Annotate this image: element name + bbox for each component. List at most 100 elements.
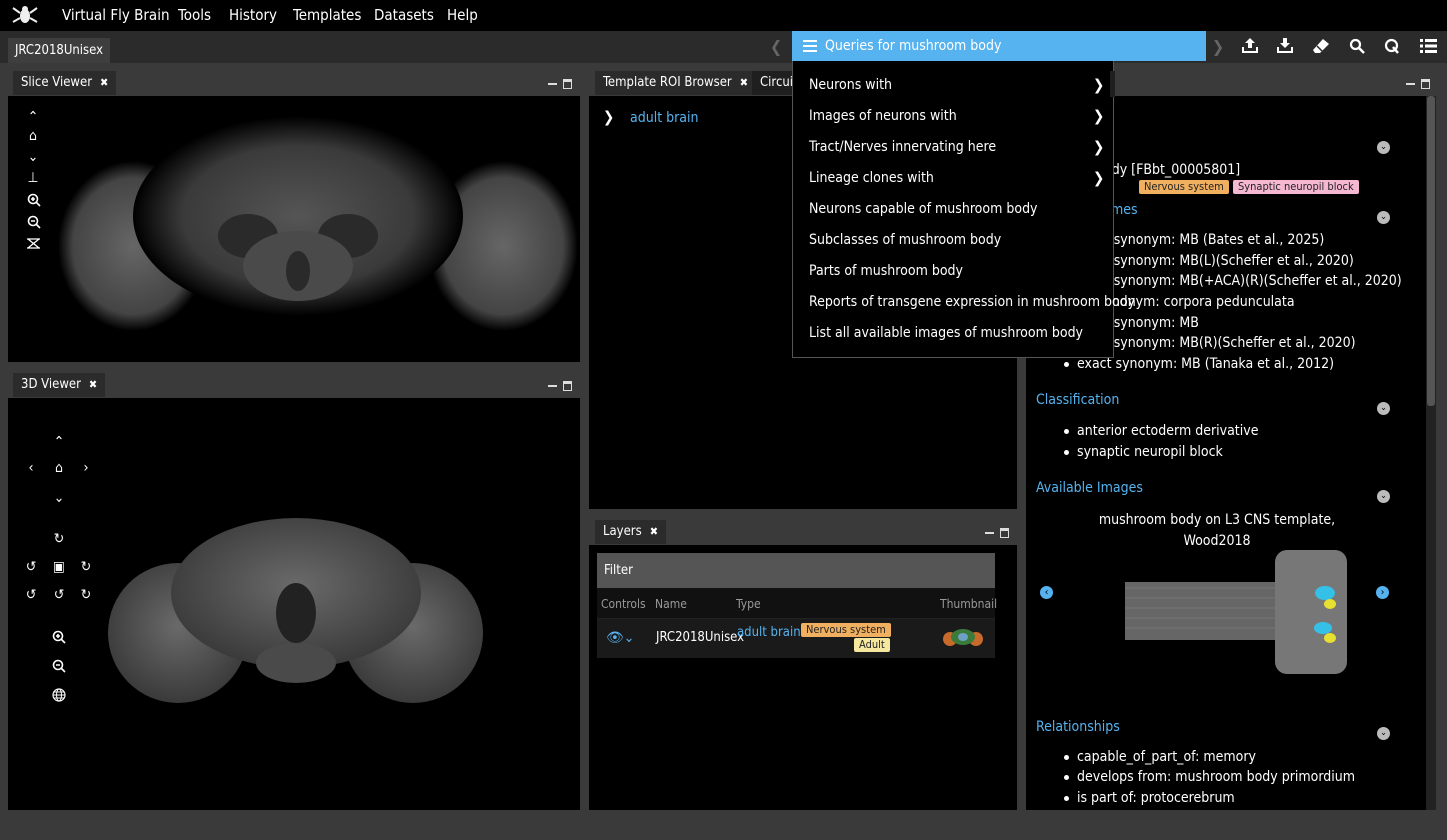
close-icon[interactable]: ✖: [650, 525, 658, 538]
tab-3d-viewer[interactable]: 3D Viewer ✖: [13, 373, 106, 397]
list-item: develops from: mushroom body primordium: [1064, 769, 1355, 785]
alt-names-heading[interactable]: mes: [1111, 202, 1138, 218]
menu-virtual-fly-brain[interactable]: Virtual Fly Brain: [62, 6, 170, 24]
slice-viewer-canvas[interactable]: [8, 96, 580, 362]
rotate-plane-icon[interactable]: [26, 237, 41, 250]
menu-datasets[interactable]: Datasets: [374, 6, 434, 24]
carousel-prev-icon[interactable]: ‹: [1040, 586, 1053, 599]
pan-down-icon[interactable]: ⌄: [50, 490, 68, 506]
submenu-chevron-icon: ❯: [1093, 138, 1105, 156]
home-icon[interactable]: ⌂: [24, 128, 42, 144]
list-item: ed synonym: MB(+ACA)(R)(Scheffer et al.,…: [1094, 273, 1402, 289]
hamburger-icon[interactable]: [803, 40, 817, 52]
tab-slice-viewer[interactable]: Slice Viewer ✖: [13, 71, 117, 95]
upload-icon[interactable]: [1241, 37, 1259, 54]
collapse-chevron-icon[interactable]: ⌄: [1377, 490, 1390, 503]
rotate-down-left-icon[interactable]: ↺: [22, 587, 40, 603]
classification-heading[interactable]: Classification: [1036, 392, 1119, 408]
menu-history[interactable]: History: [229, 6, 277, 24]
list-item: ed synonym: MB(L)(Scheffer et al., 2020): [1094, 253, 1354, 269]
list-item: ed synonym: MB (Bates et al., 2025): [1094, 232, 1325, 248]
rotate-down-icon[interactable]: ↺: [50, 587, 68, 603]
zoom-out-icon[interactable]: [27, 215, 41, 229]
tab-label: Template ROI Browser: [603, 75, 732, 90]
eraser-icon[interactable]: [1312, 38, 1330, 54]
vfb-logo-icon[interactable]: [12, 4, 38, 26]
zoom-out-icon[interactable]: [52, 659, 66, 673]
template-tab[interactable]: JRC2018Unisex: [8, 38, 110, 63]
pan-left-icon[interactable]: ‹: [22, 460, 40, 476]
chevron-left-icon[interactable]: ❮: [770, 37, 782, 56]
query-bar[interactable]: Queries for mushroom body: [792, 31, 1206, 61]
query-item-images-of-neurons-with[interactable]: Images of neurons with: [809, 108, 957, 124]
tab-strip-fragment: [1110, 71, 1115, 97]
tree-item-adult-brain[interactable]: adult brain: [630, 110, 699, 126]
download-icon[interactable]: [1276, 37, 1294, 54]
panel-window-controls[interactable]: [548, 378, 574, 392]
zoom-in-icon[interactable]: [52, 630, 66, 644]
menu-help[interactable]: Help: [447, 6, 478, 24]
eye-icon[interactable]: 👁︎⌄: [606, 630, 634, 646]
close-icon[interactable]: ✖: [89, 378, 97, 391]
collapse-chevron-icon[interactable]: ⌄: [1377, 211, 1390, 224]
list-item: capable_of_part_of: memory: [1064, 749, 1256, 765]
list-item: synaptic neuropil block: [1064, 444, 1223, 460]
scrollbar-thumb[interactable]: [1427, 96, 1435, 406]
menu-tools[interactable]: Tools: [178, 6, 211, 24]
collapse-chevron-icon[interactable]: ⌄: [1377, 141, 1390, 154]
query-item-tract-nerves[interactable]: Tract/Nerves innervating here: [809, 139, 996, 155]
layer-type-link[interactable]: adult brain: [737, 625, 801, 640]
search-icon[interactable]: [1349, 38, 1365, 54]
query-icon[interactable]: [1384, 38, 1400, 55]
collapse-chevron-icon[interactable]: ⌄: [1377, 727, 1390, 740]
relationships-heading[interactable]: Relationships: [1036, 719, 1120, 735]
tab-label: Slice Viewer: [21, 75, 92, 90]
tab-template-roi-browser[interactable]: Template ROI Browser ✖: [595, 71, 757, 95]
zoom-in-icon[interactable]: [27, 193, 41, 207]
rotate-left-icon[interactable]: ↺: [22, 559, 40, 575]
expand-chevron-icon[interactable]: ❯: [603, 108, 614, 126]
image-caption: mushroom body on L3 CNS template, Wood20…: [1098, 512, 1336, 549]
badge-adult: Adult: [854, 638, 890, 652]
query-item-parts[interactable]: Parts of mushroom body: [809, 263, 963, 279]
badge-nervous-system: Nervous system: [801, 623, 891, 637]
pan-up-icon[interactable]: ⌃: [50, 434, 68, 450]
mushroom-body-image[interactable]: [1125, 548, 1349, 676]
layer-name: JRC2018Unisex: [656, 630, 745, 645]
tab-label: 3D Viewer: [21, 377, 81, 392]
query-item-list-all-images[interactable]: List all available images of mushroom bo…: [809, 325, 1083, 341]
query-item-neurons-with[interactable]: Neurons with: [809, 77, 892, 93]
rotate-right-icon[interactable]: ↻: [77, 559, 95, 575]
pan-right-icon[interactable]: ›: [77, 460, 95, 476]
menu-templates[interactable]: Templates: [293, 6, 361, 24]
layer-thumbnail[interactable]: [942, 628, 984, 648]
close-icon[interactable]: ✖: [100, 76, 108, 89]
panel-window-controls[interactable]: [548, 76, 574, 90]
carousel-next-icon[interactable]: ›: [1376, 586, 1389, 599]
query-item-lineage-clones[interactable]: Lineage clones with: [809, 170, 934, 186]
layers-table-header: Controls Name Type Thumbnail: [597, 588, 997, 619]
close-icon[interactable]: ✖: [740, 76, 748, 89]
collapse-chevron-icon[interactable]: ⌄: [1377, 402, 1390, 415]
query-item-transgene-expression[interactable]: Reports of transgene expression in mushr…: [809, 294, 1135, 310]
list-icon[interactable]: [1420, 39, 1437, 53]
list-item: anterior ectoderm derivative: [1064, 423, 1258, 439]
tab-layers[interactable]: Layers ✖: [595, 520, 666, 544]
query-item-subclasses[interactable]: Subclasses of mushroom body: [809, 232, 1001, 248]
term-id: [FBbt_00005801]: [1131, 162, 1241, 178]
rotate-reset-icon[interactable]: ↻: [50, 531, 68, 547]
globe-icon[interactable]: [52, 688, 66, 702]
layers-filter-bar[interactable]: Filter: [597, 553, 995, 588]
rotate-down-right-icon[interactable]: ↻: [77, 587, 95, 603]
panel-window-controls[interactable]: [985, 525, 1011, 539]
panel-window-controls[interactable]: [1406, 76, 1432, 90]
pan-up-icon[interactable]: ⌃: [24, 109, 42, 125]
scrollbar-track[interactable]: [1426, 96, 1436, 810]
camera-icon[interactable]: ▣: [50, 559, 68, 575]
pan-down-icon[interactable]: ⌄: [24, 149, 42, 165]
axes-icon[interactable]: ⊥: [24, 170, 42, 186]
available-images-heading[interactable]: Available Images: [1036, 480, 1143, 496]
home-icon[interactable]: ⌂: [50, 460, 68, 476]
chevron-right-icon[interactable]: ❯: [1212, 37, 1224, 56]
query-item-neurons-capable[interactable]: Neurons capable of mushroom body: [809, 201, 1038, 217]
